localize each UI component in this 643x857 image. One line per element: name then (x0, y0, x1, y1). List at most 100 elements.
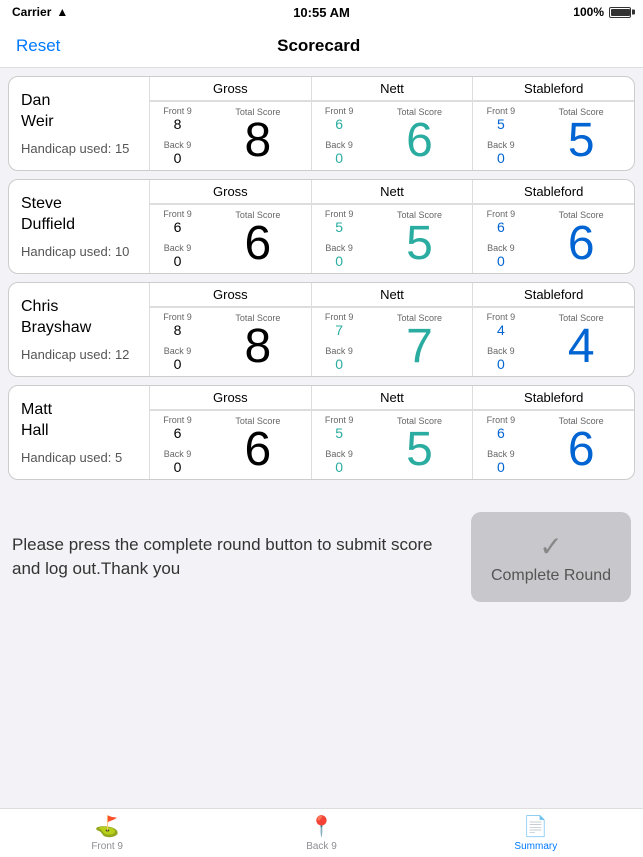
stableford-front9-val-3: 4 (497, 322, 505, 338)
tab-bar: ⛳ Front 9 📍 Back 9 📄 Summary (0, 808, 643, 857)
stableford-front9-val-4: 6 (497, 425, 505, 441)
nett-back9-row-2: Back 9 0 (325, 243, 353, 269)
stableford-narrow-1: Front 9 5 Back 9 0 (473, 102, 528, 170)
complete-round-button[interactable]: ✓ Complete Round (471, 512, 631, 602)
nett-front9-row-2: Front 9 5 (325, 209, 354, 235)
nett-back9-row-3: Back 9 0 (325, 346, 353, 372)
stableford-total-val-3: 4 (568, 323, 595, 371)
check-icon: ✓ (539, 530, 562, 563)
stableford-back9-val-1: 0 (497, 150, 505, 166)
gross-back9-val-2: 0 (174, 253, 182, 269)
gross-front9-row-1: Front 9 8 (163, 106, 192, 132)
gross-front9-label-2: Front 9 (163, 209, 192, 219)
gross-back9-row-1: Back 9 0 (164, 140, 192, 166)
nett-total-col-1: Total Score 6 (367, 102, 473, 170)
stableford-back9-label-2: Back 9 (487, 243, 515, 253)
player-handicap-4: Handicap used: 5 (21, 450, 137, 465)
nett-section-2: Front 9 5 Back 9 0 Total Score 5 (311, 205, 473, 273)
player-info-4: MattHall Handicap used: 5 (9, 386, 149, 479)
stableford-narrow-2: Front 9 6 Back 9 0 (473, 205, 528, 273)
score-rows-1: Front 9 8 Back 9 0 Total Score 8 (149, 102, 634, 170)
gross-section-2: Front 9 6 Back 9 0 Total Score 6 (149, 205, 311, 273)
player-name-3: ChrisBrayshaw (21, 297, 137, 339)
gross-back9-row-2: Back 9 0 (164, 243, 192, 269)
stableford-front9-label-3: Front 9 (487, 312, 516, 322)
gross-total-col-2: Total Score 6 (205, 205, 311, 273)
player-info-3: ChrisBrayshaw Handicap used: 12 (9, 283, 149, 376)
stableford-back9-row-4: Back 9 0 (487, 449, 515, 475)
stableford-section-4: Front 9 6 Back 9 0 Total Score 6 (472, 411, 634, 479)
stableford-narrow-4: Front 9 6 Back 9 0 (473, 411, 528, 479)
stableford-total-col-4: Total Score 6 (528, 411, 634, 479)
reset-button[interactable]: Reset (16, 36, 60, 56)
tab-summary[interactable]: 📄 Summary (429, 809, 643, 857)
wifi-icon: ▲ (56, 5, 68, 19)
nett-narrow-2: Front 9 5 Back 9 0 (312, 205, 367, 273)
player-card-4: MattHall Handicap used: 5 Gross Nett Sta… (8, 385, 635, 480)
nett-header-2: Nett (311, 180, 473, 204)
nett-back9-val-3: 0 (335, 356, 343, 372)
nett-back9-val-2: 0 (335, 253, 343, 269)
gross-section-3: Front 9 8 Back 9 0 Total Score 8 (149, 308, 311, 376)
stableford-back9-label-4: Back 9 (487, 449, 515, 459)
nav-bar: Reset Scorecard (0, 24, 643, 68)
gross-narrow-1: Front 9 8 Back 9 0 (150, 102, 205, 170)
nett-back9-label-3: Back 9 (325, 346, 353, 356)
tab-front9[interactable]: ⛳ Front 9 (0, 809, 214, 857)
score-rows-4: Front 9 6 Back 9 0 Total Score 6 (149, 411, 634, 479)
stableford-back9-row-3: Back 9 0 (487, 346, 515, 372)
nett-back9-row-4: Back 9 0 (325, 449, 353, 475)
nett-front9-val-3: 7 (335, 322, 343, 338)
nett-total-val-4: 5 (406, 426, 433, 474)
nett-total-col-4: Total Score 5 (367, 411, 473, 479)
score-sections-4: Gross Nett Stableford Front 9 6 (149, 386, 634, 479)
nett-back9-label-2: Back 9 (325, 243, 353, 253)
gross-front9-val-2: 6 (174, 219, 182, 235)
back9-label: Back 9 (306, 841, 337, 852)
stableford-front9-label-1: Front 9 (487, 106, 516, 116)
bottom-text: Please press the complete round button t… (12, 533, 455, 581)
nett-header-1: Nett (311, 77, 473, 101)
stableford-back9-val-4: 0 (497, 459, 505, 475)
nett-section-1: Front 9 6 Back 9 0 Total Score 6 (311, 102, 473, 170)
nett-front9-row-1: Front 9 6 (325, 106, 354, 132)
gross-back9-val-4: 0 (174, 459, 182, 475)
nett-front9-label-1: Front 9 (325, 106, 354, 116)
player-card-1: DanWeir Handicap used: 15 Gross Nett Sta… (8, 76, 635, 171)
nett-front9-val-4: 5 (335, 425, 343, 441)
nett-narrow-3: Front 9 7 Back 9 0 (312, 308, 367, 376)
stableford-total-col-1: Total Score 5 (528, 102, 634, 170)
gross-front9-row-2: Front 9 6 (163, 209, 192, 235)
gross-total-val-4: 6 (244, 426, 271, 474)
stableford-total-val-2: 6 (568, 220, 595, 268)
score-headers-4: Gross Nett Stableford (149, 386, 634, 411)
battery-icon (609, 7, 631, 18)
stableford-back9-label-1: Back 9 (487, 140, 515, 150)
nav-title: Scorecard (277, 36, 360, 56)
status-time: 10:55 AM (293, 5, 350, 20)
gross-front9-val-1: 8 (174, 116, 182, 132)
summary-icon: 📄 (523, 814, 548, 839)
gross-narrow-3: Front 9 8 Back 9 0 (150, 308, 205, 376)
nett-header-4: Nett (311, 386, 473, 410)
stableford-back9-val-2: 0 (497, 253, 505, 269)
gross-front9-val-3: 8 (174, 322, 182, 338)
stableford-front9-label-4: Front 9 (487, 415, 516, 425)
nett-front9-label-4: Front 9 (325, 415, 354, 425)
gross-back9-row-3: Back 9 0 (164, 346, 192, 372)
player-name-2: SteveDuffield (21, 194, 137, 236)
gross-back9-val-1: 0 (174, 150, 182, 166)
gross-back9-label-2: Back 9 (164, 243, 192, 253)
player-name-4: MattHall (21, 400, 137, 442)
stableford-header-3: Stableford (472, 283, 634, 307)
tab-back9[interactable]: 📍 Back 9 (214, 809, 428, 857)
stableford-section-2: Front 9 6 Back 9 0 Total Score 6 (472, 205, 634, 273)
stableford-header-4: Stableford (472, 386, 634, 410)
score-headers-1: Gross Nett Stableford (149, 77, 634, 102)
player-card-2: SteveDuffield Handicap used: 10 Gross Ne… (8, 179, 635, 274)
nett-total-val-2: 5 (406, 220, 433, 268)
gross-total-col-3: Total Score 8 (205, 308, 311, 376)
stableford-total-col-2: Total Score 6 (528, 205, 634, 273)
gross-total-val-1: 8 (244, 117, 271, 165)
nett-front9-label-3: Front 9 (325, 312, 354, 322)
